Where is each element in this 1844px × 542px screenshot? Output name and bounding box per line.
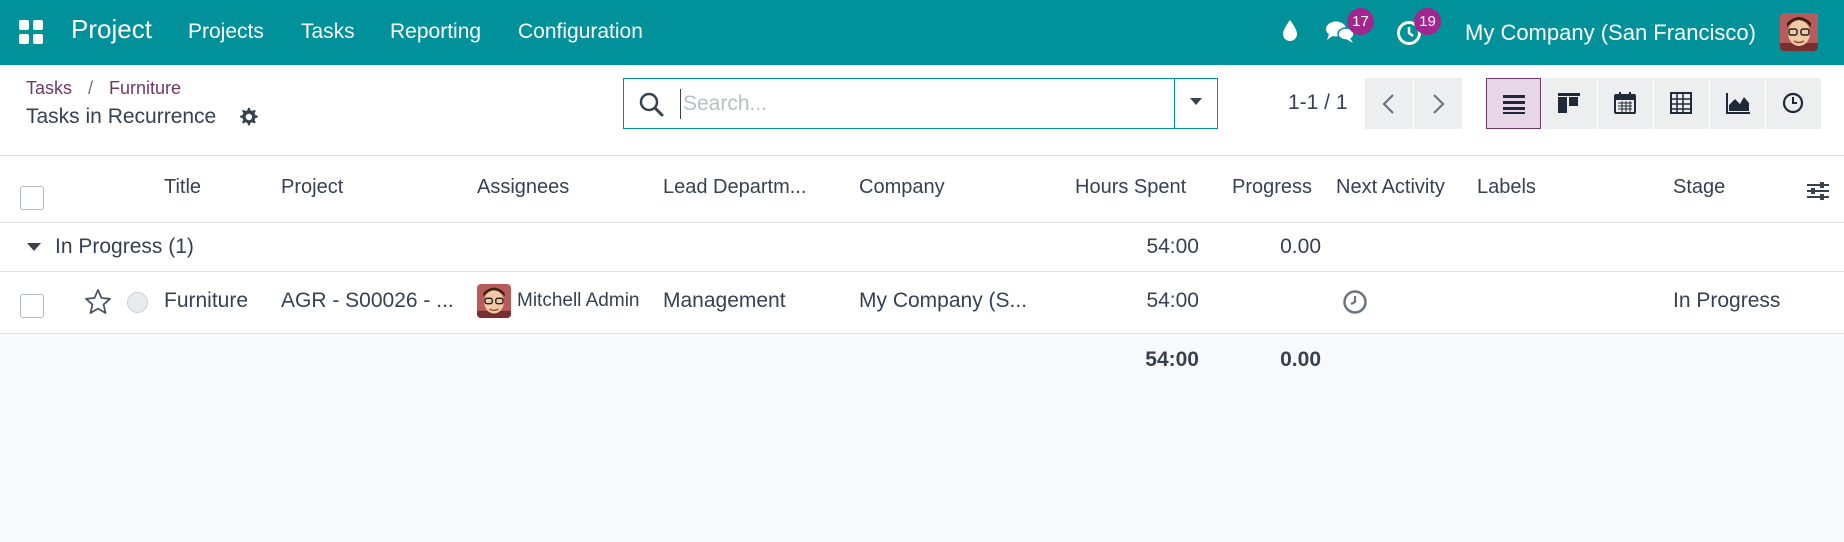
pager-next-button[interactable] xyxy=(1414,78,1462,129)
column-company[interactable]: Company xyxy=(859,176,945,199)
graph-view-icon xyxy=(1726,93,1750,114)
column-title[interactable]: Title xyxy=(164,176,201,199)
top-navbar: Project Projects Tasks Reporting Configu… xyxy=(0,0,1844,65)
task-project: AGR - S00026 - ... xyxy=(281,289,454,312)
breadcrumb-separator: / xyxy=(88,78,94,98)
task-stage: In Progress xyxy=(1673,289,1781,312)
search-icon xyxy=(639,92,664,117)
star-icon[interactable] xyxy=(84,288,112,316)
page-title: Tasks in Recurrence xyxy=(26,105,217,128)
kanban-view-icon xyxy=(1558,93,1580,113)
view-graph-button[interactable] xyxy=(1710,78,1765,129)
group-progress: 0.00 xyxy=(1280,235,1321,258)
column-stage[interactable]: Stage xyxy=(1673,176,1725,199)
select-all-checkbox[interactable] xyxy=(20,186,44,210)
pager-previous-button[interactable] xyxy=(1365,78,1413,129)
task-company: My Company (S... xyxy=(859,289,1028,312)
total-progress: 0.00 xyxy=(1280,348,1321,371)
table-row[interactable]: Furniture AGR - S00026 - ... Mitchell Ad… xyxy=(0,272,1844,334)
company-switcher[interactable]: My Company (San Francisco) xyxy=(1465,20,1756,46)
column-project[interactable]: Project xyxy=(281,176,343,199)
total-hours-spent: 54:00 xyxy=(1145,348,1199,371)
column-assignees[interactable]: Assignees xyxy=(477,176,569,199)
optional-columns-toggle-icon[interactable] xyxy=(1806,180,1830,202)
row-checkbox[interactable] xyxy=(20,294,44,318)
app-name[interactable]: Project xyxy=(71,14,152,45)
view-list-button[interactable] xyxy=(1486,78,1541,129)
task-lead-department: Management xyxy=(663,289,786,312)
view-calendar-button[interactable] xyxy=(1598,78,1653,129)
group-label: In Progress (1) xyxy=(55,235,194,258)
droplet-icon[interactable] xyxy=(1281,19,1299,43)
group-row-in-progress[interactable]: In Progress (1) 54:00 0.00 xyxy=(0,223,1844,272)
column-next-activity[interactable]: Next Activity xyxy=(1336,176,1445,199)
search-input[interactable] xyxy=(680,89,1130,119)
menu-tasks[interactable]: Tasks xyxy=(301,20,355,44)
user-avatar[interactable] xyxy=(1780,13,1818,51)
task-title: Furniture xyxy=(164,289,249,312)
messages-count-badge: 17 xyxy=(1347,8,1374,35)
list-header: Title Project Assignees Lead Departm... … xyxy=(0,156,1844,223)
column-progress[interactable]: Progress xyxy=(1232,176,1312,199)
view-activity-button[interactable] xyxy=(1766,78,1821,129)
apps-grid-icon[interactable] xyxy=(18,19,44,45)
caret-down-icon xyxy=(27,243,41,251)
clock-icon[interactable] xyxy=(1342,289,1368,315)
breadcrumb-tasks[interactable]: Tasks xyxy=(26,78,72,99)
menu-projects[interactable]: Projects xyxy=(188,20,264,44)
assignee-avatar xyxy=(477,284,511,318)
chevron-left-icon xyxy=(1382,94,1394,114)
view-pivot-button[interactable] xyxy=(1654,78,1709,129)
activities-count-badge: 19 xyxy=(1414,8,1441,35)
user-avatar-image xyxy=(1780,13,1818,51)
view-kanban-button[interactable] xyxy=(1542,78,1597,129)
kanban-state-indicator[interactable] xyxy=(127,292,148,313)
list-view-icon xyxy=(1503,95,1525,114)
control-panel: Tasks / Furniture Tasks in Recurrence 1-… xyxy=(0,65,1844,156)
search-bar xyxy=(623,78,1218,129)
gear-icon[interactable] xyxy=(237,106,259,128)
assignee-avatar-image xyxy=(477,284,511,318)
group-hours-spent: 54:00 xyxy=(1146,235,1199,258)
calendar-view-icon xyxy=(1614,92,1636,114)
breadcrumb-furniture[interactable]: Furniture xyxy=(109,78,181,99)
caret-down-icon xyxy=(1190,98,1202,105)
chevron-right-icon xyxy=(1433,94,1445,114)
pivot-view-icon xyxy=(1670,92,1692,114)
clock-view-icon xyxy=(1782,92,1804,114)
totals-row: 54:00 0.00 xyxy=(0,334,1844,390)
column-lead-department[interactable]: Lead Departm... xyxy=(663,176,806,199)
task-assignee-name: Mitchell Admin xyxy=(517,290,640,311)
column-hours-spent[interactable]: Hours Spent xyxy=(1075,176,1186,199)
column-labels[interactable]: Labels xyxy=(1477,176,1536,199)
menu-reporting[interactable]: Reporting xyxy=(390,20,481,44)
pager-value[interactable]: 1-1 / 1 xyxy=(1288,91,1348,115)
search-options-toggle[interactable] xyxy=(1174,79,1218,128)
task-hours-spent: 54:00 xyxy=(1146,289,1199,312)
menu-configuration[interactable]: Configuration xyxy=(518,20,643,44)
